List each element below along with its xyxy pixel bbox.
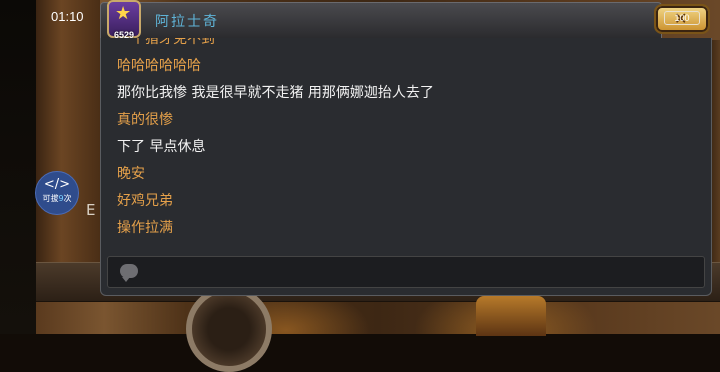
rank-star-icon: ★ (115, 3, 132, 24)
battery-indicator: 100 (664, 11, 700, 25)
code-link-icon: </> (43, 177, 71, 192)
chat-title: 阿拉士奇 (155, 14, 219, 30)
board-frame-left (36, 0, 100, 262)
chat-message: 哈哈哈哈哈哈 (117, 58, 201, 74)
status-time: 01:10 (51, 9, 84, 24)
chat-message: 晚安 (117, 166, 145, 182)
chat-message: 真的很惨 (117, 112, 173, 128)
chat-message: 那你比我惨 我是很早就不走猪 用那俩娜迦抬人去了 (117, 85, 434, 101)
chat-message: 一个猎牙免不到 (117, 38, 215, 47)
chat-body[interactable]: 一个猎牙免不到 哈哈哈哈哈哈 那你比我惨 我是很早就不走猪 用那俩娜迦抬人去了 … (100, 38, 712, 296)
chat-bubble-icon (120, 264, 138, 282)
chat-message: 好鸡兄弟 (117, 193, 173, 209)
avatar[interactable]: ★ 6529 (107, 0, 141, 40)
floating-assistant-button[interactable]: </> 可拔9次 (35, 171, 79, 215)
float-widget-label: 可拔9次 (42, 194, 72, 203)
message-list[interactable]: 一个猎牙免不到 哈哈哈哈哈哈 那你比我惨 我是很早就不走猪 用那俩娜迦抬人去了 … (117, 38, 711, 242)
chat-message: 下了 早点休息 (117, 139, 206, 155)
hero-power-ring (186, 286, 272, 372)
chat-message: 操作拉满 (117, 220, 173, 236)
mana-gem (476, 296, 546, 336)
chat-input[interactable] (107, 256, 705, 288)
screen-edge (0, 0, 36, 334)
